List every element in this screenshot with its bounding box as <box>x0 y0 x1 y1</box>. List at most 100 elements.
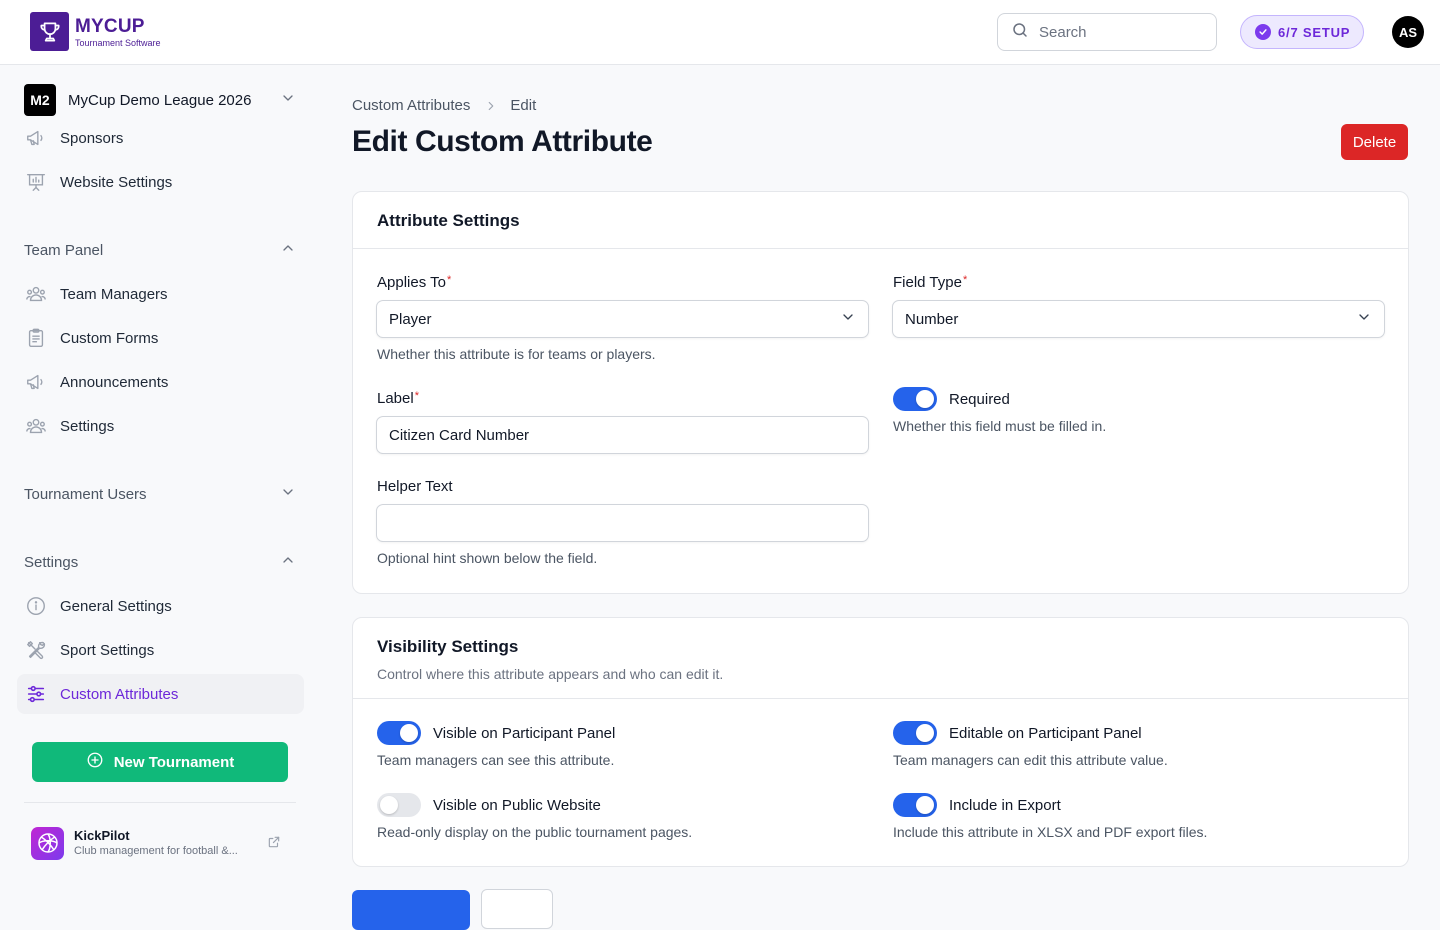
sidebar-item-custom-forms[interactable]: Custom Forms <box>24 318 304 358</box>
sidebar-item-sport-settings[interactable]: Sport Settings <box>24 630 304 670</box>
new-tournament-label: New Tournament <box>113 753 235 771</box>
toggle-help: Team managers can edit this attribute va… <box>893 752 1168 768</box>
required-help: Whether this field must be filled in. <box>893 418 1107 434</box>
sidebar-item-website-settings[interactable]: Website Settings <box>24 162 304 202</box>
league-switcher[interactable]: M2 MyCup Demo League 2026 <box>24 84 296 116</box>
field-type-value: Number <box>905 310 959 328</box>
sidebar-item-label: General Settings <box>60 597 172 615</box>
sidebar-item-custom-attributes[interactable]: Custom Attributes <box>17 674 304 714</box>
logo[interactable]: MYCUP Tournament Software <box>30 12 161 51</box>
delete-button[interactable]: Delete <box>1341 124 1408 160</box>
setup-label: 6/7 SETUP <box>1278 24 1351 40</box>
setup-progress-button[interactable]: 6/7 SETUP <box>1240 15 1364 49</box>
sliders-icon <box>24 682 48 706</box>
sidebar-item-general-settings[interactable]: General Settings <box>24 586 304 626</box>
logo-name: MYCUP <box>75 15 145 37</box>
kickpilot-name: KickPilot <box>74 827 130 843</box>
field-type-label: Field Type* <box>893 274 968 291</box>
check-circle-icon <box>1255 24 1271 40</box>
presentation-icon <box>24 170 48 194</box>
league-badge: M2 <box>24 84 56 116</box>
users-gear-icon <box>24 414 48 438</box>
sidebar-group-tournament-users[interactable]: Tournament Users <box>24 482 296 506</box>
plus-circle-icon <box>86 751 104 773</box>
sidebar-group-label: Settings <box>24 553 79 571</box>
external-link-icon <box>267 835 281 854</box>
sidebar-group-label: Tournament Users <box>24 485 147 503</box>
sidebar: M2 MyCup Demo League 2026 Sponsors Websi… <box>0 65 320 900</box>
sidebar-item-label: Custom Attributes <box>60 685 179 703</box>
sidebar-item-label: Team Managers <box>60 285 168 303</box>
field-type-select[interactable]: Number <box>892 300 1385 338</box>
visible-public-row: Visible on Public Website <box>377 793 601 817</box>
toggle-label: Include in Export <box>949 796 1061 814</box>
visibility-settings-card: Visibility Settings Control where this a… <box>352 617 1409 867</box>
tools-icon <box>24 638 48 662</box>
search-icon <box>1011 21 1029 44</box>
label-field-label: Label* <box>377 390 419 407</box>
required-toggle-row: Required <box>893 387 1010 411</box>
chevron-down-icon <box>840 309 856 329</box>
save-button[interactable] <box>352 890 470 930</box>
sidebar-group-team-panel[interactable]: Team Panel <box>24 238 296 262</box>
visible-participant-row: Visible on Participant Panel <box>377 721 615 745</box>
include-export-toggle[interactable] <box>893 793 937 817</box>
include-export-row: Include in Export <box>893 793 1061 817</box>
sidebar-item-label: Settings <box>60 417 115 435</box>
cancel-button[interactable] <box>481 889 553 929</box>
trophy-icon <box>30 12 69 51</box>
visible-public-toggle[interactable] <box>377 793 421 817</box>
helper-text-input[interactable] <box>376 504 869 542</box>
chevron-up-icon <box>280 240 296 261</box>
applies-to-label: Applies To* <box>377 274 452 291</box>
toggle-help: Team managers can see this attribute. <box>377 752 615 768</box>
sidebar-item-label: Custom Forms <box>60 329 159 347</box>
toggle-help: Include this attribute in XLSX and PDF e… <box>893 824 1208 840</box>
editable-participant-toggle[interactable] <box>893 721 937 745</box>
users-icon <box>24 282 48 306</box>
search-box[interactable] <box>997 13 1217 51</box>
toggle-label: Editable on Participant Panel <box>949 724 1142 742</box>
visible-participant-toggle[interactable] <box>377 721 421 745</box>
user-avatar[interactable]: AS <box>1392 16 1424 48</box>
search-input[interactable] <box>1039 23 1199 41</box>
logo-subtitle: Tournament Software <box>75 37 161 48</box>
sidebar-item-label: Sponsors <box>60 129 124 147</box>
megaphone-icon <box>24 126 48 150</box>
page-title: Edit Custom Attribute <box>352 125 653 158</box>
megaphone-icon <box>24 370 48 394</box>
kickpilot-promo[interactable]: KickPilot Club management for football &… <box>31 826 291 860</box>
breadcrumb-link[interactable]: Custom Attributes <box>352 97 470 114</box>
sidebar-group-label: Team Panel <box>24 241 104 259</box>
sidebar-item-team-settings[interactable]: Settings <box>24 406 304 446</box>
sidebar-item-label: Website Settings <box>60 173 173 191</box>
new-tournament-button[interactable]: New Tournament <box>32 742 288 782</box>
sidebar-divider <box>24 802 296 803</box>
chevron-up-icon <box>280 552 296 573</box>
required-toggle[interactable] <box>893 387 937 411</box>
info-icon <box>24 594 48 618</box>
helper-text-label: Helper Text <box>377 478 453 495</box>
attribute-settings-card: Attribute Settings Applies To* Player Wh… <box>352 191 1409 594</box>
applies-to-select[interactable]: Player <box>376 300 869 338</box>
label-input[interactable]: Citizen Card Number <box>376 416 869 454</box>
required-label: Required <box>949 390 1010 408</box>
sidebar-item-label: Sport Settings <box>60 641 155 659</box>
sidebar-group-settings[interactable]: Settings <box>24 550 296 574</box>
sidebar-item-label: Announcements <box>60 373 169 391</box>
helper-text-help: Optional hint shown below the field. <box>377 550 598 566</box>
label-input-value: Citizen Card Number <box>389 426 530 444</box>
sidebar-item-team-managers[interactable]: Team Managers <box>24 274 304 314</box>
applies-to-value: Player <box>389 310 432 328</box>
breadcrumb-current: Edit <box>510 97 537 114</box>
card-description: Control where this attribute appears and… <box>377 666 724 682</box>
chevron-down-icon <box>1356 309 1372 329</box>
clipboard-icon <box>24 326 48 350</box>
kickpilot-description: Club management for football &... <box>74 844 238 857</box>
sidebar-item-sponsors[interactable]: Sponsors <box>24 118 304 158</box>
sidebar-item-announcements[interactable]: Announcements <box>24 362 304 402</box>
toggle-help: Read-only display on the public tourname… <box>377 824 693 840</box>
applies-to-help: Whether this attribute is for teams or p… <box>377 346 656 362</box>
kickpilot-logo-icon <box>31 826 64 860</box>
chevron-right-icon <box>484 99 498 113</box>
